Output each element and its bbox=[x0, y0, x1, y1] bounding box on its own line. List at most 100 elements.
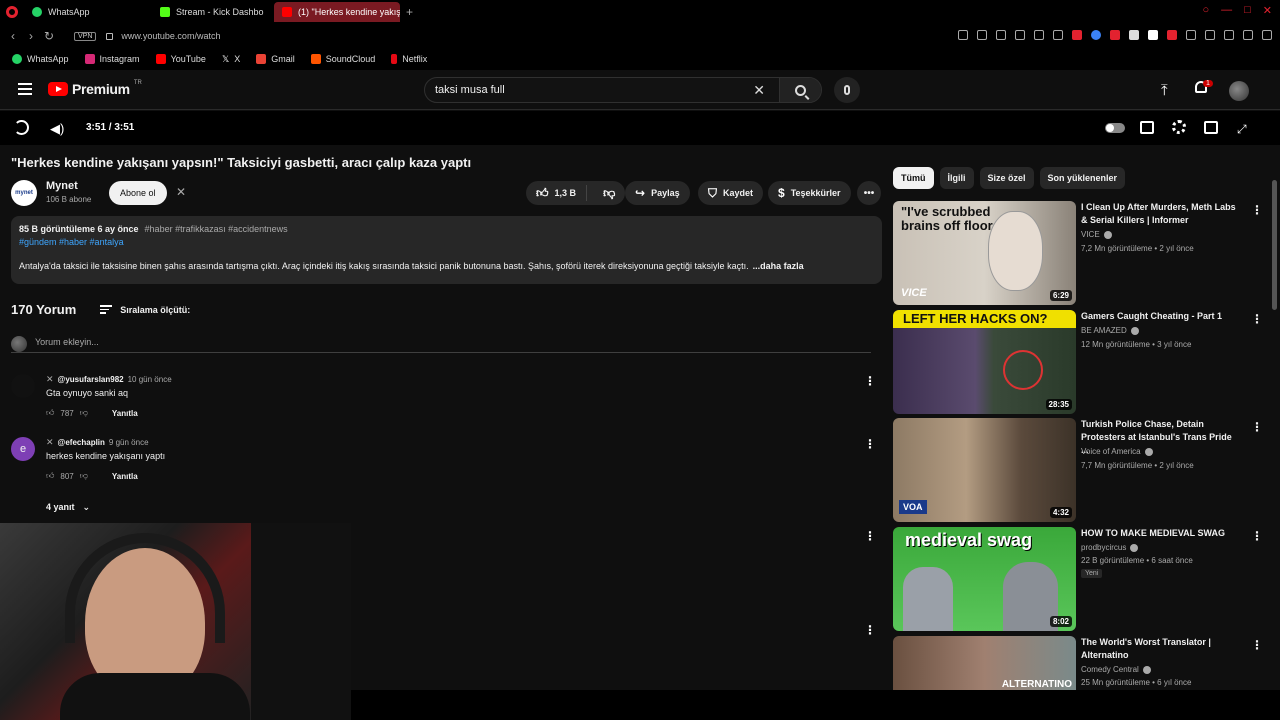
dislike-button[interactable]: 👎︎ bbox=[593, 186, 625, 201]
vpn-badge[interactable]: VPN bbox=[74, 31, 97, 41]
commenter-avatar[interactable] bbox=[11, 374, 35, 398]
video-thumbnail[interactable]: LEFT HER HACKS ON? 28:35 bbox=[893, 310, 1076, 414]
clear-search-icon[interactable]: ✕ bbox=[753, 82, 765, 99]
thumbs-up-icon[interactable]: 👍︎ bbox=[46, 408, 54, 418]
extension-icon[interactable] bbox=[1167, 30, 1177, 40]
youtube-premium-logo[interactable]: Premium TR bbox=[48, 80, 142, 97]
more-actions-button[interactable]: ••• bbox=[857, 181, 881, 205]
extension-icon[interactable] bbox=[977, 30, 987, 40]
dismiss-icon[interactable]: ✕ bbox=[176, 185, 186, 199]
reply-button[interactable]: Yanıtla bbox=[112, 409, 138, 418]
replay-icon[interactable] bbox=[14, 120, 29, 135]
extension-icon[interactable] bbox=[1205, 30, 1215, 40]
tab-youtube-video[interactable]: (1) "Herkes kendine yakışa bbox=[274, 2, 400, 22]
voice-search-button[interactable] bbox=[834, 77, 860, 103]
channel-avatar[interactable]: mynet bbox=[11, 180, 37, 206]
upload-icon[interactable]: ⤒ bbox=[1161, 82, 1168, 99]
recommended-video[interactable]: medieval swag 8:02 HOW TO MAKE MEDIEVAL … bbox=[893, 527, 1263, 631]
forward-icon[interactable]: › bbox=[22, 29, 40, 43]
extension-icon[interactable] bbox=[1224, 30, 1234, 40]
chip-related[interactable]: İlgili bbox=[939, 167, 974, 189]
tab-kick-dashboard[interactable]: Stream - Kick Dashbo bbox=[152, 2, 274, 22]
recommended-video[interactable]: VOA 4:32 Turkish Police Chase, Detain Pr… bbox=[893, 418, 1263, 522]
fullscreen-icon[interactable]: ⤢ bbox=[1237, 122, 1247, 137]
add-comment-field[interactable]: Yorum ekleyin... bbox=[11, 335, 871, 353]
settings-icon[interactable] bbox=[1172, 120, 1186, 134]
minimize-icon[interactable]: — bbox=[1221, 4, 1232, 17]
url-field[interactable]: www.youtube.com/watch bbox=[121, 31, 220, 41]
hashtag-links[interactable]: #gündem #haber #antalya bbox=[19, 237, 874, 247]
video-menu-icon[interactable]: ⋮ bbox=[1251, 420, 1263, 434]
reply-button[interactable]: Yanıtla bbox=[112, 472, 138, 481]
comment-author[interactable]: @efechaplin bbox=[58, 438, 105, 447]
video-title[interactable]: I Clean Up After Murders, Meth Labs & Se… bbox=[1081, 201, 1241, 227]
video-title[interactable]: The World's Worst Translator | Alternati… bbox=[1081, 636, 1241, 662]
close-icon[interactable]: ✕ bbox=[1263, 4, 1272, 17]
share-button[interactable]: ↪ Paylaş bbox=[625, 181, 690, 205]
commenter-avatar[interactable]: e bbox=[11, 437, 35, 461]
menu-icon[interactable] bbox=[18, 83, 32, 95]
autoplay-toggle[interactable] bbox=[1105, 123, 1125, 133]
extension-icon[interactable] bbox=[1091, 30, 1101, 40]
channel-label[interactable]: Voice of America bbox=[1081, 447, 1141, 456]
save-button[interactable]: ⛉ Kaydet bbox=[698, 181, 764, 205]
extension-icon[interactable] bbox=[1110, 30, 1120, 40]
bookmark-netflix[interactable]: Netflix bbox=[385, 54, 433, 64]
extension-icon[interactable] bbox=[1186, 30, 1196, 40]
video-thumbnail[interactable]: medieval swag 8:02 bbox=[893, 527, 1076, 631]
chip-all[interactable]: Tümü bbox=[893, 167, 934, 189]
extension-icon[interactable] bbox=[1034, 30, 1044, 40]
video-thumbnail[interactable]: "I've scrubbed brains off floors." VICE … bbox=[893, 201, 1076, 305]
video-menu-icon[interactable]: ⋮ bbox=[1251, 529, 1263, 543]
bookmark-youtube[interactable]: YouTube bbox=[150, 54, 212, 64]
comment-menu-icon[interactable]: ⋮ bbox=[864, 437, 876, 451]
chip-recent[interactable]: Son yüklenenler bbox=[1039, 167, 1126, 189]
bookmark-whatsapp[interactable]: WhatsApp bbox=[6, 54, 75, 64]
bookmark-instagram[interactable]: Instagram bbox=[79, 54, 146, 64]
back-icon[interactable]: ‹ bbox=[4, 29, 22, 43]
extension-icon[interactable] bbox=[1262, 30, 1272, 40]
video-menu-icon[interactable]: ⋮ bbox=[1251, 312, 1263, 326]
sort-button[interactable]: Sıralama ölçütü: bbox=[100, 305, 190, 315]
video-title[interactable]: Gamers Caught Cheating - Part 1 bbox=[1081, 310, 1241, 323]
bookmark-soundcloud[interactable]: SoundCloud bbox=[305, 54, 382, 64]
show-more-link[interactable]: ...daha fazla bbox=[753, 261, 804, 271]
thumbs-down-icon[interactable]: 👎︎ bbox=[80, 471, 88, 481]
volume-icon[interactable]: ◀) bbox=[50, 121, 64, 137]
recommended-video[interactable]: ALTERNATINO The World's Worst Translator… bbox=[893, 636, 1263, 690]
bookmark-gmail[interactable]: Gmail bbox=[250, 54, 301, 64]
search-icon[interactable]: ○ bbox=[1202, 4, 1209, 17]
channel-label[interactable]: Comedy Central bbox=[1081, 665, 1139, 674]
video-menu-icon[interactable]: ⋮ bbox=[1251, 638, 1263, 652]
video-menu-icon[interactable]: ⋮ bbox=[1251, 203, 1263, 217]
extension-icon[interactable] bbox=[1129, 30, 1139, 40]
search-button[interactable] bbox=[779, 78, 821, 102]
comment-date[interactable]: 9 gün önce bbox=[109, 438, 149, 447]
account-avatar[interactable] bbox=[1229, 81, 1249, 101]
extension-icon[interactable] bbox=[1148, 30, 1158, 40]
chip-for-you[interactable]: Size özel bbox=[979, 167, 1034, 189]
opera-menu-icon[interactable] bbox=[0, 0, 24, 24]
extension-icon[interactable] bbox=[1243, 30, 1253, 40]
thumbs-up-icon[interactable]: 👍︎ bbox=[46, 471, 54, 481]
video-thumbnail[interactable]: ALTERNATINO bbox=[893, 636, 1076, 690]
comment-author[interactable]: @yusufarslan982 bbox=[58, 375, 124, 384]
tab-whatsapp[interactable]: WhatsApp bbox=[24, 2, 152, 22]
search-input[interactable]: taksi musa full bbox=[435, 84, 753, 96]
recommended-video[interactable]: "I've scrubbed brains off floors." VICE … bbox=[893, 201, 1263, 305]
maximize-icon[interactable]: □ bbox=[1244, 4, 1251, 17]
thumbs-down-icon[interactable]: 👎︎ bbox=[80, 408, 88, 418]
channel-label[interactable]: BE AMAZED bbox=[1081, 326, 1127, 335]
extension-icon[interactable] bbox=[958, 30, 968, 40]
video-title[interactable]: HOW TO MAKE MEDIEVAL SWAG bbox=[1081, 527, 1241, 540]
thanks-button[interactable]: $ Teşekkürler bbox=[768, 181, 851, 205]
extension-icon[interactable] bbox=[996, 30, 1006, 40]
channel-name[interactable]: Mynet bbox=[46, 180, 78, 192]
bookmark-x[interactable]: 𝕏X bbox=[216, 54, 246, 64]
extension-icon[interactable] bbox=[1072, 30, 1082, 40]
theater-mode-icon[interactable] bbox=[1204, 121, 1218, 134]
description-box[interactable]: 85 B görüntüleme 6 ay önce #haber #trafik… bbox=[11, 216, 882, 284]
like-button[interactable]: 👍︎ 1,3 B bbox=[526, 185, 588, 201]
subscribe-button[interactable]: Abone ol bbox=[109, 181, 167, 205]
extension-icon[interactable] bbox=[1015, 30, 1025, 40]
